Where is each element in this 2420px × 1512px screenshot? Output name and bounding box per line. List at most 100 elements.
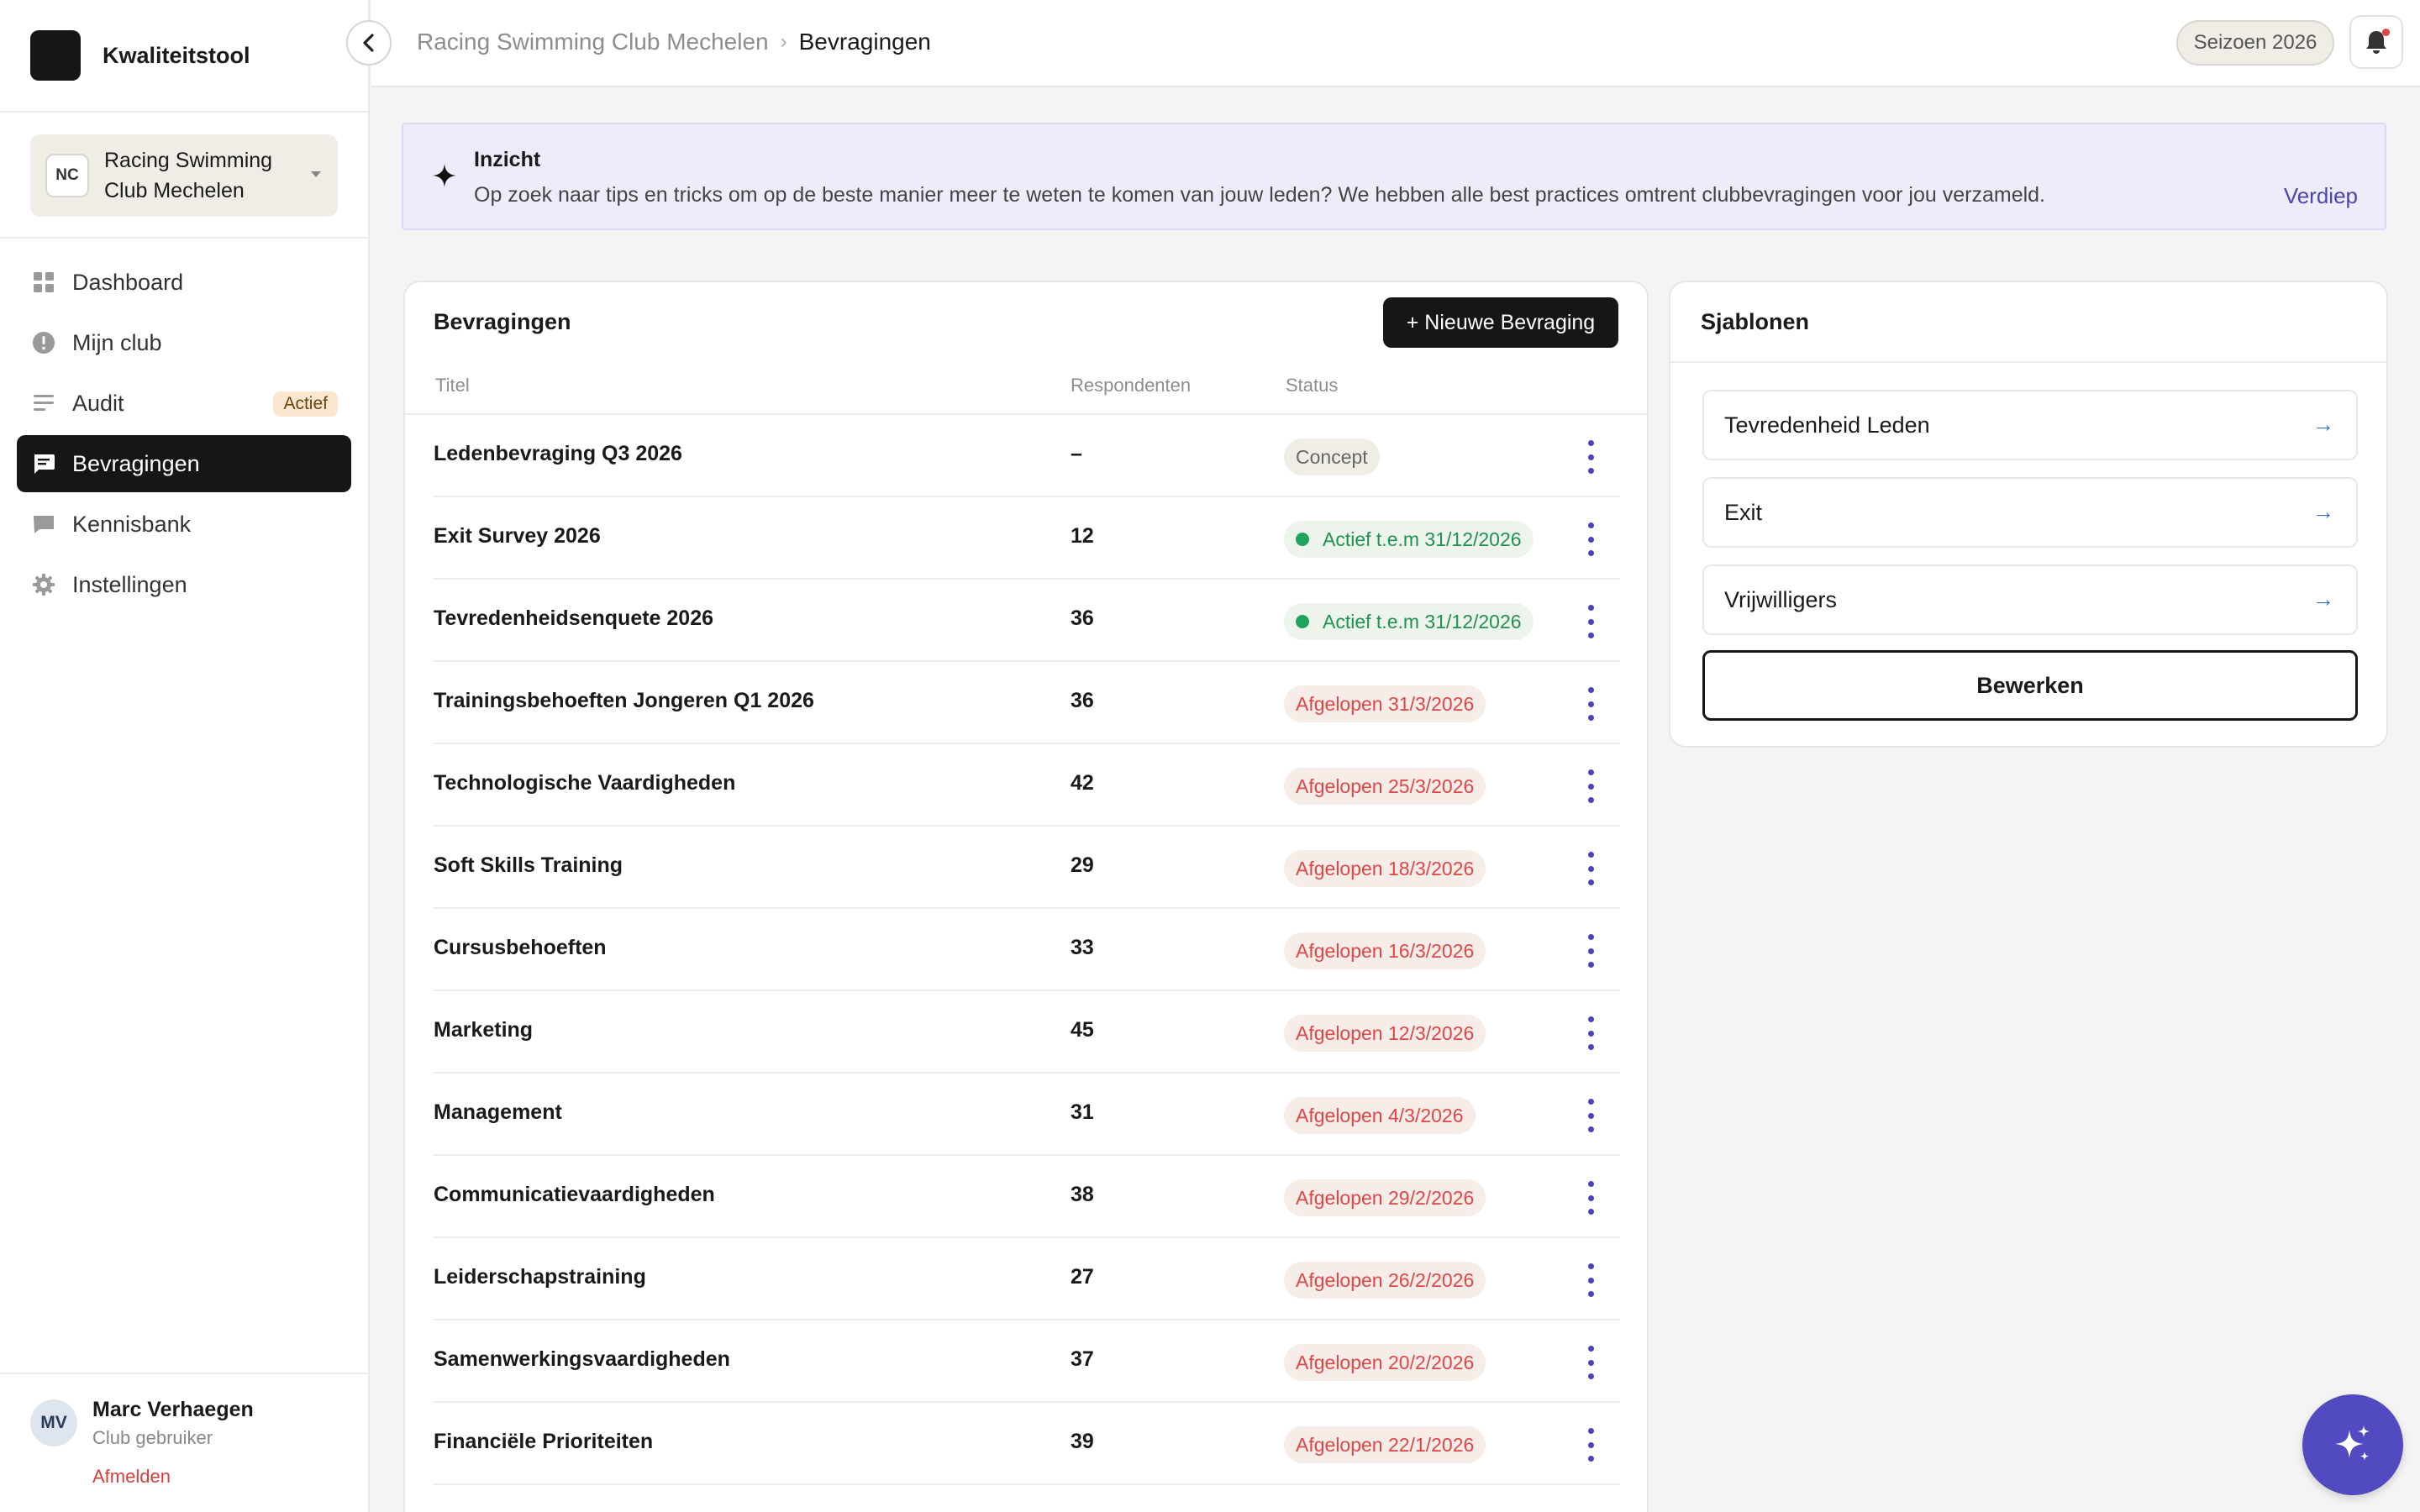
surveys-table: Ledenbevraging Q3 2026 – Concept Exit Surve… — [434, 415, 1620, 1485]
respondent-count: 45 — [1071, 1018, 1094, 1042]
more-options-icon[interactable] — [1581, 1181, 1601, 1215]
dot — [1587, 1209, 1594, 1215]
column-header-status[interactable]: Status — [1286, 375, 1338, 396]
chat-icon — [32, 452, 55, 475]
notifications-button[interactable] — [2349, 15, 2403, 69]
table-row[interactable]: Samenwerkingsvaardigheden 37 Afgelopen 20/… — [434, 1320, 1620, 1403]
survey-title[interactable]: Leiderschapstraining — [434, 1265, 646, 1289]
nav-item-kennisbank[interactable]: Kennisbank — [17, 496, 351, 553]
dot — [1587, 865, 1594, 872]
nav-item-instellingen[interactable]: Instellingen — [17, 556, 351, 613]
dot — [1587, 1277, 1594, 1284]
survey-title[interactable]: Financiële Prioriteiten — [434, 1430, 653, 1454]
nav-label: Dashboard — [72, 269, 184, 295]
status-badge: Afgelopen 29/2/2026 — [1284, 1179, 1486, 1216]
breadcrumb-parent[interactable]: Racing Swimming Club Mechelen — [417, 29, 769, 55]
more-options-icon[interactable] — [1581, 1016, 1601, 1050]
info-icon — [32, 331, 55, 354]
more-options-icon[interactable] — [1581, 605, 1601, 638]
season-selector[interactable]: Seizoen 2026 — [2176, 20, 2334, 66]
more-options-icon[interactable] — [1581, 1346, 1601, 1379]
dot — [1587, 948, 1594, 954]
more-options-icon[interactable] — [1581, 934, 1601, 968]
survey-title[interactable]: Ledenbevraging Q3 2026 — [434, 442, 682, 466]
nav-label: Bevragingen — [72, 450, 200, 476]
table-row[interactable]: Financiële Prioriteiten 39 Afgelopen 22/1/… — [434, 1403, 1620, 1485]
template-item[interactable]: Tevredenheid Leden → — [1702, 390, 2358, 460]
survey-title[interactable]: Cursusbehoeften — [434, 936, 607, 960]
more-options-icon[interactable] — [1581, 1428, 1601, 1462]
logout-link[interactable]: Afmelden — [92, 1466, 171, 1488]
table-row[interactable]: Trainingsbehoeften Jongeren Q1 2026 36 Afg… — [434, 662, 1620, 744]
more-options-icon[interactable] — [1581, 1099, 1601, 1132]
survey-title[interactable]: Technologische Vaardigheden — [434, 771, 735, 795]
collapse-sidebar-button[interactable] — [346, 20, 392, 66]
survey-title[interactable]: Samenwerkingsvaardigheden — [434, 1347, 730, 1372]
app-name: Kwaliteitstool — [103, 42, 250, 68]
column-header-title[interactable]: Titel — [435, 375, 470, 396]
respondent-count: – — [1071, 442, 1082, 465]
table-row[interactable]: Cursusbehoeften 33 Afgelopen 16/3/2026 — [434, 909, 1620, 991]
dot — [1587, 1030, 1594, 1037]
nav-label: Instellingen — [72, 571, 187, 597]
survey-title[interactable]: Trainingsbehoeften Jongeren Q1 2026 — [434, 689, 814, 713]
survey-title[interactable]: Exit Survey 2026 — [434, 524, 601, 549]
edit-templates-button[interactable]: Bewerken — [1702, 650, 2358, 721]
survey-title[interactable]: Tevredenheidsenquete 2026 — [434, 606, 713, 631]
dot — [1587, 1044, 1594, 1050]
insight-text: Op zoek naar tips en tricks om op de bes… — [474, 183, 2045, 207]
table-row[interactable]: Communicatievaardigheden 38 Afgelopen 29/2… — [434, 1156, 1620, 1238]
nav-item-dashboard[interactable]: Dashboard — [17, 254, 351, 311]
dot — [1587, 1112, 1594, 1119]
table-row[interactable]: Ledenbevraging Q3 2026 – Concept — [434, 415, 1620, 497]
table-row[interactable]: Management 31 Afgelopen 4/3/2026 — [434, 1074, 1620, 1156]
status-text: Afgelopen 22/1/2026 — [1296, 1433, 1475, 1456]
nav-item-bevragingen[interactable]: Bevragingen — [17, 435, 351, 492]
status-badge: Afgelopen 12/3/2026 — [1284, 1015, 1486, 1052]
survey-title[interactable]: Soft Skills Training — [434, 853, 623, 878]
main-nav: Dashboard Mijn club Audit Actief Bevragi… — [17, 254, 351, 617]
status-text: Afgelopen 31/3/2026 — [1296, 692, 1475, 715]
table-row[interactable]: Leiderschapstraining 27 Afgelopen 26/2/202… — [434, 1238, 1620, 1320]
gear-icon — [32, 573, 55, 596]
new-survey-button[interactable]: + Nieuwe Bevraging — [1383, 297, 1618, 348]
more-options-icon[interactable] — [1581, 1263, 1601, 1297]
more-options-icon[interactable] — [1581, 769, 1601, 803]
template-item[interactable]: Vrijwilligers → — [1702, 564, 2358, 635]
table-row[interactable]: Tevredenheidsenquete 2026 36 Actief t.e.m … — [434, 580, 1620, 662]
arrow-right-icon: → — [2312, 586, 2334, 612]
club-selector[interactable]: NC Racing Swimming Club Mechelen — [30, 134, 338, 217]
divider — [0, 237, 370, 239]
more-options-icon[interactable] — [1581, 522, 1601, 556]
table-row[interactable]: Marketing 45 Afgelopen 12/3/2026 — [434, 991, 1620, 1074]
ai-assistant-button[interactable] — [2302, 1394, 2403, 1495]
more-options-icon[interactable] — [1581, 440, 1601, 474]
table-row[interactable]: Soft Skills Training 29 Afgelopen 18/3/202… — [434, 827, 1620, 909]
notification-dot — [2382, 29, 2390, 36]
template-item[interactable]: Exit → — [1702, 477, 2358, 548]
nav-item-mijn-club[interactable]: Mijn club — [17, 314, 351, 371]
dot — [1587, 605, 1594, 611]
table-row[interactable]: Technologische Vaardigheden 42 Afgelopen 2… — [434, 744, 1620, 827]
survey-title[interactable]: Marketing — [434, 1018, 533, 1042]
insight-link[interactable]: Verdiep — [2284, 183, 2358, 209]
table-row[interactable]: Exit Survey 2026 12 Actief t.e.m 31/12/202… — [434, 497, 1620, 580]
respondent-count: 42 — [1071, 771, 1094, 795]
divider — [0, 1373, 370, 1374]
nav-item-audit[interactable]: Audit Actief — [17, 375, 351, 432]
more-options-icon[interactable] — [1581, 852, 1601, 885]
respondent-count: 39 — [1071, 1430, 1094, 1453]
more-options-icon[interactable] — [1581, 687, 1601, 721]
user-name: Marc Verhaegen — [92, 1398, 254, 1421]
status-dot — [1296, 533, 1309, 546]
survey-title[interactable]: Management — [434, 1100, 562, 1125]
dot — [1587, 633, 1594, 638]
respondent-count: 12 — [1071, 524, 1094, 548]
column-header-respondents[interactable]: Respondenten — [1071, 375, 1191, 396]
templates-title: Sjablonen — [1701, 309, 1810, 334]
template-label: Tevredenheid Leden — [1724, 412, 1930, 438]
status-text: Afgelopen 18/3/2026 — [1296, 857, 1475, 879]
template-label: Vrijwilligers — [1724, 586, 1838, 612]
survey-title[interactable]: Communicatievaardigheden — [434, 1183, 715, 1207]
status-badge: Afgelopen 31/3/2026 — [1284, 685, 1486, 722]
